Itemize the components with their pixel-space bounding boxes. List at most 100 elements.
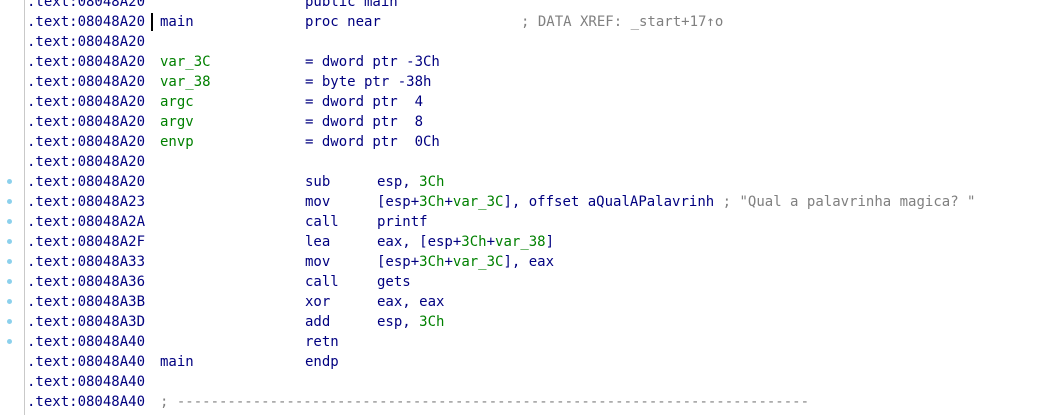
listing-line[interactable]: .text:08048A3B xor eax, eax — [0, 292, 1046, 312]
line-address: .text:08048A20 — [27, 34, 146, 50]
listing-line[interactable]: .text:08048A20 argv = dword ptr 8 — [0, 112, 1046, 132]
breakpoint-dot-icon[interactable] — [7, 219, 12, 224]
listing-line[interactable]: .text:08048A3D add esp, 3Ch — [0, 312, 1046, 332]
operand-text: ], offset aQualAPalavrinh — [503, 194, 715, 210]
listing-line[interactable]: .text:08048A36 call gets — [0, 272, 1046, 292]
instruction-operands: gets — [377, 272, 411, 292]
operand-text: + — [486, 234, 496, 250]
line-address: .text:08048A36 — [27, 274, 146, 290]
line-address: .text:08048A20 — [27, 0, 146, 10]
operand-text: ] — [545, 234, 555, 250]
instruction-mnemonic: call — [305, 274, 339, 290]
operand-text: [esp+ — [377, 254, 420, 270]
disassembly-view[interactable]: .text:08048A20 public main .text:08048A20 m… — [0, 0, 1046, 415]
operand-identifier: var_3C — [452, 254, 504, 270]
listing-line[interactable]: .text:08048A40 retn — [0, 332, 1046, 352]
line-address: .text:08048A2F — [27, 234, 146, 250]
line-address: .text:08048A20 — [27, 134, 146, 150]
disassembly-listing[interactable]: .text:08048A20 public main .text:08048A20 m… — [0, 0, 1046, 412]
stack-variable-name[interactable]: var_3C — [160, 52, 211, 72]
breakpoint-dot-icon[interactable] — [7, 299, 12, 304]
operand-text: gets — [377, 274, 411, 290]
operand-identifier: 3Ch — [419, 174, 445, 190]
xref-comment[interactable]: ; DATA XREF: _start+17↑o — [521, 12, 723, 32]
line-address: .text:08048A23 — [27, 194, 146, 210]
function-label[interactable]: main — [160, 352, 194, 372]
separator-comment: ; --------------------------------------… — [160, 394, 810, 410]
operand-text: eax, [esp+ — [377, 234, 462, 250]
text-cursor — [151, 13, 153, 31]
listing-line[interactable]: .text:08048A40 main endp — [0, 352, 1046, 372]
breakpoint-dot-icon[interactable] — [7, 259, 12, 264]
listing-line[interactable]: .text:08048A20 argc = dword ptr 4 — [0, 92, 1046, 112]
instruction-mnemonic: xor — [305, 294, 331, 310]
operand-text: eax, eax — [377, 294, 445, 310]
operand-identifier: var_3C — [452, 194, 504, 210]
line-address: .text:08048A40 — [27, 354, 146, 370]
breakpoint-dot-icon[interactable] — [7, 179, 12, 184]
instruction-mnemonic: mov — [305, 194, 331, 210]
operand-text: esp, — [377, 174, 420, 190]
instruction-operands: eax, [esp+3Ch+var_38] — [377, 232, 554, 252]
operand-text: printf — [377, 214, 428, 230]
instruction-mnemonic: = dword ptr -3Ch — [305, 54, 440, 70]
operand-text: + — [444, 254, 453, 270]
operand-identifier: 3Ch — [419, 194, 445, 210]
stack-variable-name[interactable]: envp — [160, 132, 194, 152]
listing-line[interactable]: .text:08048A40 ; ------------------------… — [0, 392, 1046, 412]
listing-line[interactable]: .text:08048A20 var_38 = byte ptr -38h — [0, 72, 1046, 92]
stack-variable-name[interactable]: argc — [160, 92, 194, 112]
line-address: .text:08048A3B — [27, 294, 146, 310]
instruction-mnemonic: lea — [305, 234, 331, 250]
operand-text: ], eax — [503, 254, 555, 270]
operand-identifier: 3Ch — [461, 234, 487, 250]
operand-text: esp, — [377, 314, 420, 330]
breakpoint-dot-icon[interactable] — [7, 199, 12, 204]
breakpoint-dot-icon[interactable] — [7, 339, 12, 344]
line-address: .text:08048A40 — [27, 394, 146, 410]
operand-text: [esp+ — [377, 194, 420, 210]
instruction-mnemonic: mov — [305, 254, 331, 270]
listing-line[interactable]: .text:08048A20 main proc near ; DATA XREF: … — [0, 12, 1046, 32]
line-comment: ; "Qual a palavrinha magica? " — [714, 194, 976, 210]
line-address: .text:08048A20 — [27, 114, 146, 130]
listing-line[interactable]: .text:08048A20 — [0, 32, 1046, 52]
instruction-mnemonic: proc near — [305, 14, 381, 30]
line-address: .text:08048A20 — [27, 74, 146, 90]
line-address: .text:08048A2A — [27, 214, 146, 230]
operand-identifier: 3Ch — [419, 254, 445, 270]
line-address: .text:08048A20 — [27, 94, 146, 110]
listing-line[interactable]: .text:08048A20 — [0, 152, 1046, 172]
stack-variable-name[interactable]: var_38 — [160, 72, 211, 92]
listing-line[interactable]: .text:08048A23 mov [esp+3Ch+var_3C], offse… — [0, 192, 1046, 212]
line-address: .text:08048A40 — [27, 334, 146, 350]
listing-line[interactable]: .text:08048A2A call printf — [0, 212, 1046, 232]
instruction-mnemonic: endp — [305, 354, 339, 370]
instruction-mnemonic: call — [305, 214, 339, 230]
listing-line[interactable]: .text:08048A20 var_3C = dword ptr -3Ch — [0, 52, 1046, 72]
listing-line[interactable]: .text:08048A33 mov [esp+3Ch+var_3C], eax — [0, 252, 1046, 272]
instruction-operands: esp, 3Ch — [377, 172, 444, 192]
listing-line[interactable]: .text:08048A2F lea eax, [esp+3Ch+var_38] — [0, 232, 1046, 252]
instruction-operands: eax, eax — [377, 292, 444, 312]
listing-line[interactable]: .text:08048A40 — [0, 372, 1046, 392]
function-label[interactable]: main — [160, 12, 194, 32]
instruction-mnemonic: add — [305, 314, 331, 330]
instruction-mnemonic: = byte ptr -38h — [305, 74, 432, 90]
instruction-operands: esp, 3Ch — [377, 312, 444, 332]
instruction-mnemonic: = dword ptr 4 — [305, 94, 424, 110]
instruction-mnemonic: sub — [305, 174, 331, 190]
stack-variable-name[interactable]: argv — [160, 112, 194, 132]
listing-line[interactable]: .text:08048A20 envp = dword ptr 0Ch — [0, 132, 1046, 152]
instruction-operands: [esp+3Ch+var_3C], eax — [377, 252, 554, 272]
breakpoint-dot-icon[interactable] — [7, 239, 12, 244]
operand-identifier: 3Ch — [419, 314, 445, 330]
instruction-operands: [esp+3Ch+var_3C], offset aQualAPalavrinh… — [377, 192, 975, 212]
listing-line[interactable]: .text:08048A20 sub esp, 3Ch — [0, 172, 1046, 192]
line-address: .text:08048A3D — [27, 314, 146, 330]
line-address: .text:08048A20 — [27, 54, 146, 70]
listing-line[interactable]: .text:08048A20 public main — [0, 0, 1046, 12]
operand-identifier: var_38 — [495, 234, 546, 250]
breakpoint-dot-icon[interactable] — [7, 279, 12, 284]
breakpoint-dot-icon[interactable] — [7, 319, 12, 324]
